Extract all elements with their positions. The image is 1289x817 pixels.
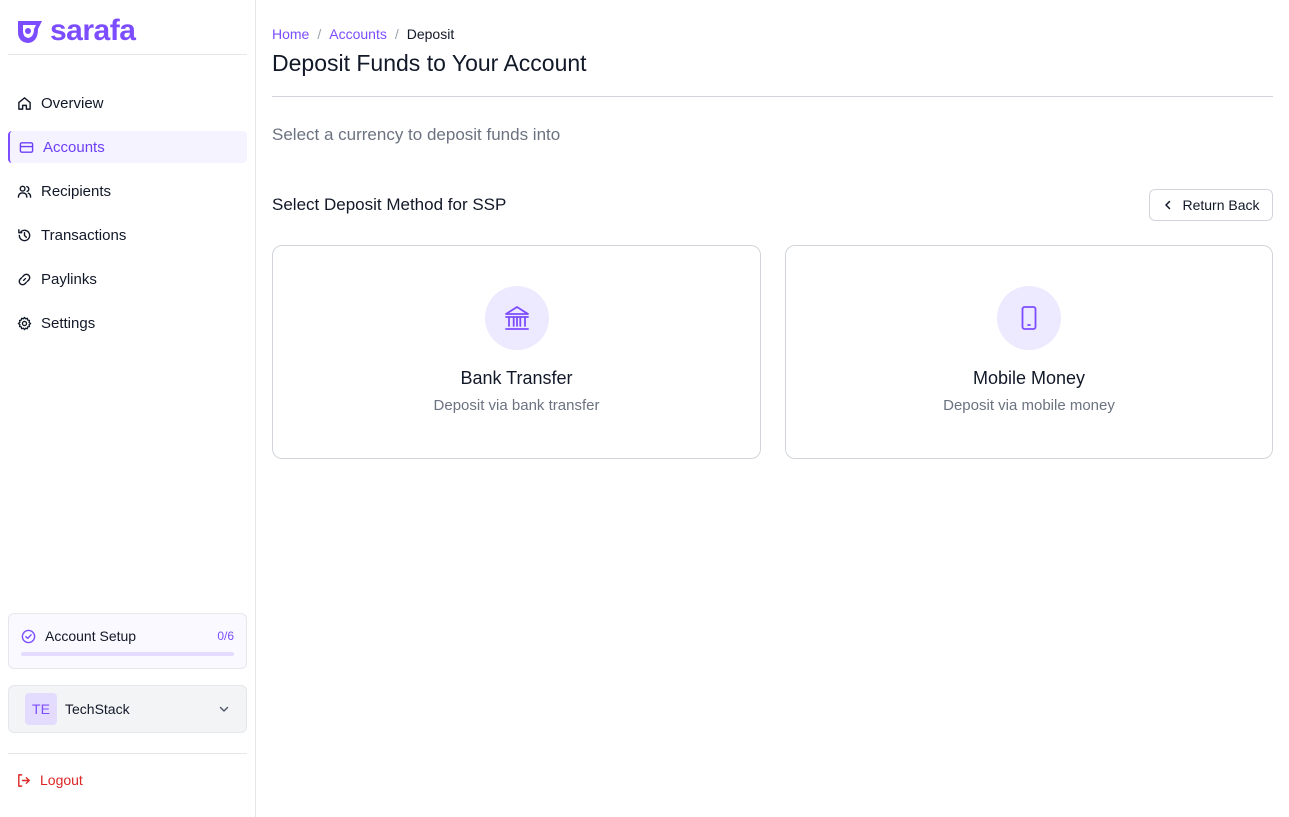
account-setup-card[interactable]: Account Setup 0/6 bbox=[8, 613, 247, 669]
account-setup-progress-bar bbox=[21, 652, 234, 656]
logo-text: sarafa bbox=[50, 14, 136, 47]
account-setup-row: Account Setup 0/6 bbox=[21, 628, 234, 644]
chevron-left-icon bbox=[1165, 200, 1171, 210]
sidebar-item-settings[interactable]: Settings bbox=[8, 307, 247, 339]
users-icon bbox=[17, 185, 32, 198]
sidebar-nav: Overview Accounts Recipients Transaction… bbox=[8, 87, 247, 351]
bank-icon bbox=[504, 306, 529, 330]
breadcrumb-separator: / bbox=[394, 26, 399, 42]
logout-button[interactable]: Logout bbox=[16, 772, 83, 788]
breadcrumb-current: Deposit bbox=[406, 26, 455, 42]
gear-icon bbox=[17, 316, 32, 330]
bank-transfer-title: Bank Transfer bbox=[460, 368, 573, 388]
phone-icon bbox=[1021, 306, 1037, 330]
sidebar-item-label: Accounts bbox=[43, 138, 105, 156]
sidebar-item-label: Transactions bbox=[41, 226, 127, 244]
divider bbox=[8, 54, 247, 55]
bank-transfer-description: Deposit via bank transfer bbox=[433, 397, 600, 414]
phone-icon-badge bbox=[997, 286, 1061, 350]
page-subtitle: Select a currency to deposit funds into bbox=[272, 125, 561, 144]
home-icon bbox=[18, 96, 31, 110]
history-icon bbox=[18, 228, 31, 241]
divider bbox=[8, 753, 247, 754]
sidebar-item-label: Recipients bbox=[41, 182, 112, 200]
logout-label: Logout bbox=[40, 772, 83, 788]
account-setup-count: 0/6 bbox=[217, 629, 234, 643]
breadcrumb-separator: / bbox=[317, 26, 322, 42]
sidebar-item-overview[interactable]: Overview bbox=[8, 87, 247, 119]
bank-icon-badge bbox=[484, 286, 549, 350]
logo[interactable]: sarafa bbox=[14, 14, 136, 48]
workspace-switcher[interactable]: TE TechStack bbox=[8, 685, 247, 733]
card-icon bbox=[19, 141, 34, 153]
bank-transfer-card[interactable]: Bank Transfer Deposit via bank transfer bbox=[272, 245, 761, 459]
account-setup-label: Account Setup bbox=[45, 628, 137, 644]
sidebar-item-accounts[interactable]: Accounts bbox=[8, 131, 247, 163]
link-icon bbox=[18, 273, 31, 285]
breadcrumb-home[interactable]: Home bbox=[272, 26, 309, 42]
workspace-name: TechStack bbox=[65, 701, 130, 717]
divider bbox=[272, 96, 1273, 97]
return-back-label: Return Back bbox=[1182, 197, 1260, 213]
avatar: TE bbox=[25, 693, 57, 725]
check-circle-icon bbox=[21, 629, 36, 643]
page-title: Deposit Funds to Your Account bbox=[272, 50, 587, 76]
mobile-money-title: Mobile Money bbox=[972, 368, 1086, 388]
mobile-money-card[interactable]: Mobile Money Deposit via mobile money bbox=[785, 245, 1273, 459]
breadcrumb-accounts[interactable]: Accounts bbox=[329, 26, 387, 42]
sidebar-item-label: Settings bbox=[41, 314, 96, 332]
sidebar-item-recipients[interactable]: Recipients bbox=[8, 175, 247, 207]
sidebar-item-label: Overview bbox=[41, 94, 104, 112]
sarafa-logo-icon bbox=[18, 21, 42, 43]
mobile-money-description: Deposit via mobile money bbox=[943, 397, 1115, 414]
sidebar-item-paylinks[interactable]: Paylinks bbox=[8, 263, 247, 295]
chevron-down-icon bbox=[219, 706, 229, 712]
sidebar-item-transactions[interactable]: Transactions bbox=[8, 219, 247, 251]
section-title: Select Deposit Method for SSP bbox=[272, 195, 507, 214]
breadcrumb: Home / Accounts / Deposit bbox=[272, 26, 454, 42]
sidebar-item-label: Paylinks bbox=[41, 270, 97, 288]
logout-icon bbox=[18, 773, 30, 787]
return-back-button[interactable]: Return Back bbox=[1149, 189, 1273, 221]
sidebar: sarafa Overview Accounts Recipients Tran… bbox=[0, 0, 256, 817]
